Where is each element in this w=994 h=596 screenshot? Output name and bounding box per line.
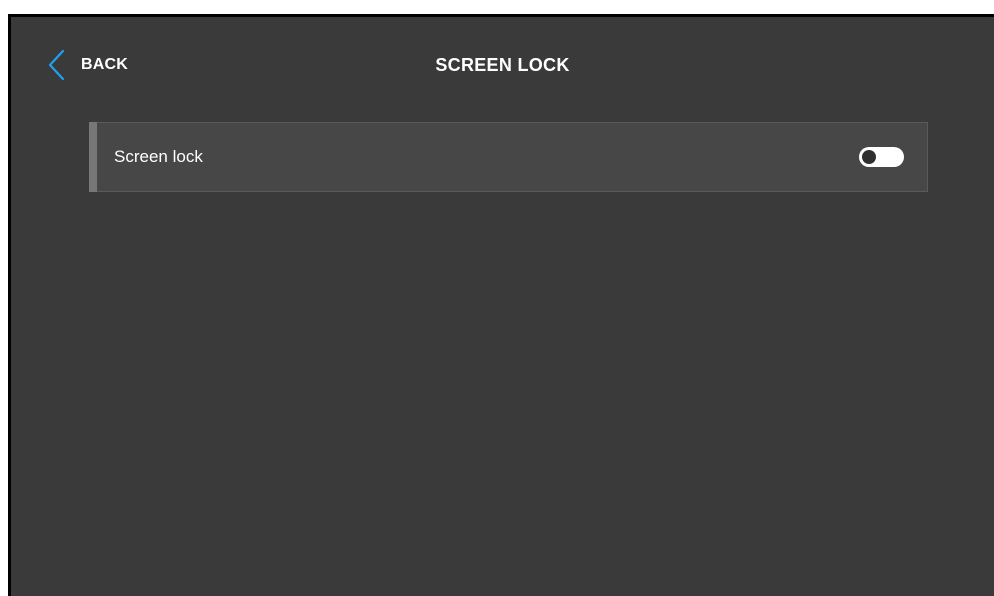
screen-lock-page: BACK SCREEN LOCK Screen lock [8,14,994,596]
setting-row-screen-lock[interactable]: Screen lock [89,122,928,192]
screen-lock-toggle[interactable] [859,147,904,167]
header: BACK SCREEN LOCK [11,17,994,113]
setting-label-screen-lock: Screen lock [114,147,203,166]
app-frame: BACK SCREEN LOCK Screen lock [0,0,994,596]
toggle-knob [862,150,876,164]
page-title: SCREEN LOCK [435,55,570,75]
row-accent-bar [89,122,97,192]
